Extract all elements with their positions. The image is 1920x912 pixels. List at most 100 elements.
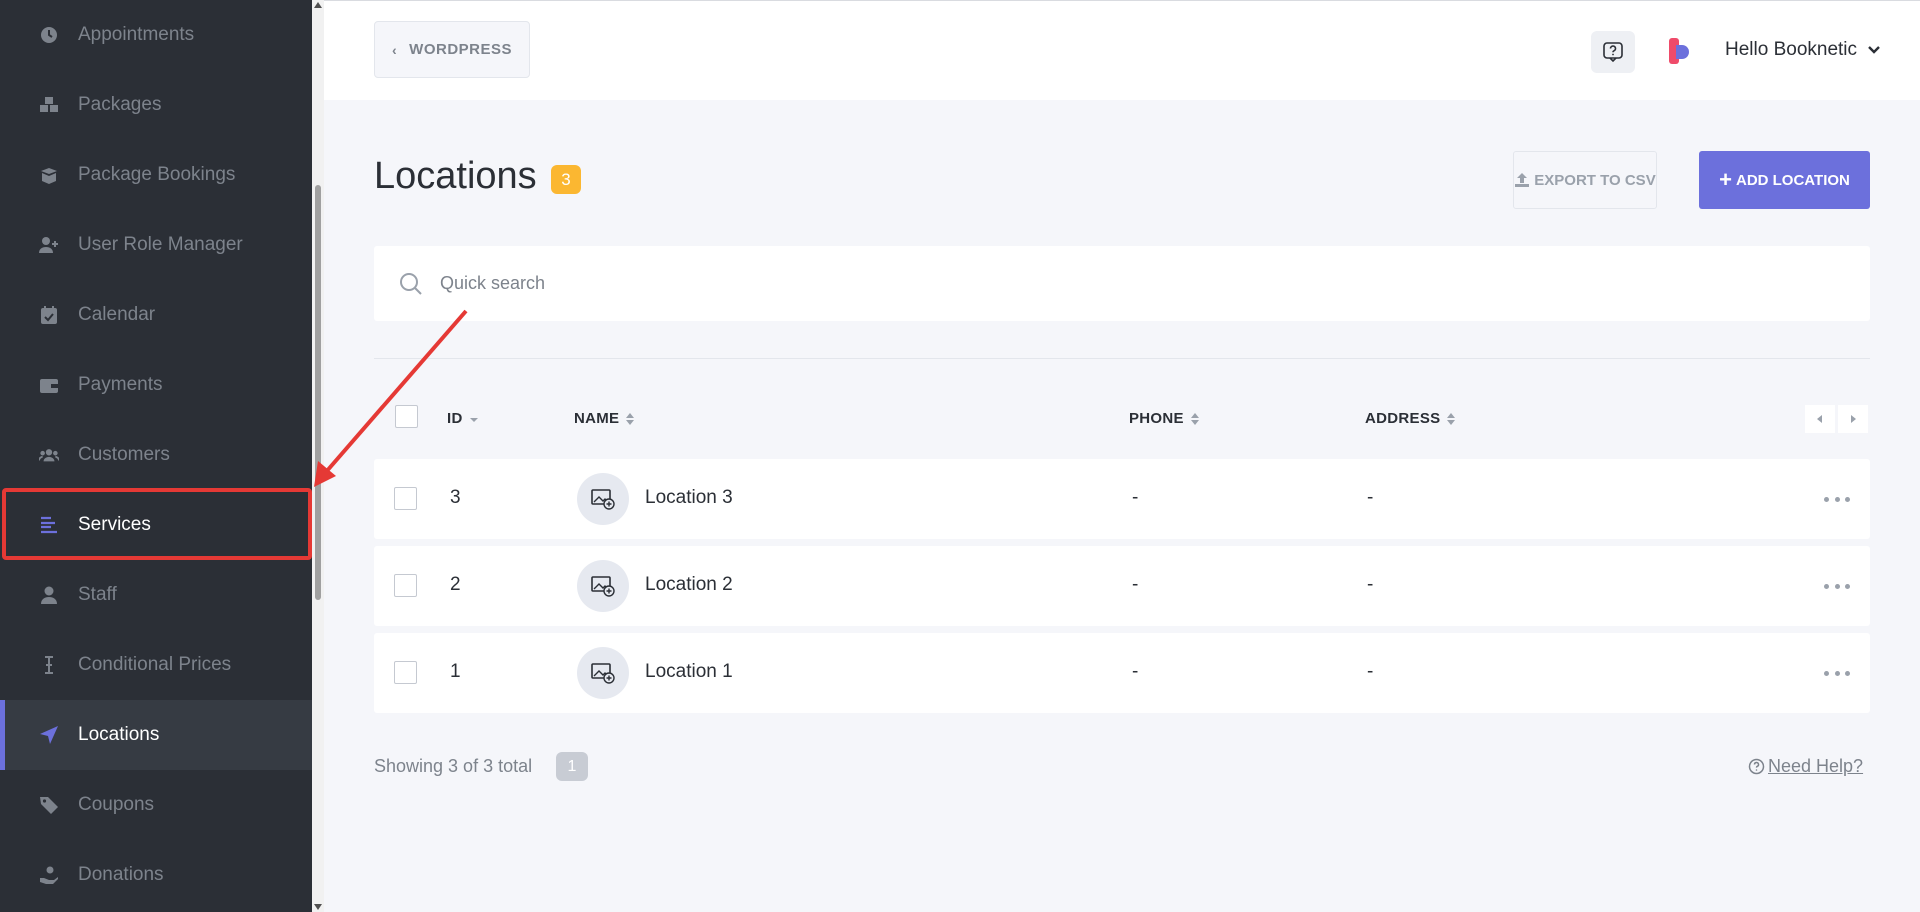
caret-right-icon (1851, 415, 1856, 423)
column-header-name[interactable]: NAME (574, 410, 635, 427)
sidebar-item-services[interactable]: Services (0, 490, 312, 560)
sidebar-item-package-bookings[interactable]: Package Bookings (0, 140, 312, 210)
row-address: - (1367, 487, 1374, 508)
question-circle-icon (1748, 758, 1765, 775)
table-row[interactable]: 3 Location 3 - - (374, 459, 1870, 539)
row-checkbox[interactable] (394, 661, 417, 684)
sidebar-scrollbar[interactable] (312, 0, 324, 912)
prev-page-button[interactable] (1805, 405, 1835, 433)
sidebar-item-label: Calendar (78, 304, 156, 325)
row-phone: - (1132, 574, 1139, 595)
column-header-id[interactable]: ID (447, 410, 479, 427)
next-page-button[interactable] (1838, 405, 1868, 433)
sidebar-item-calendar[interactable]: Calendar (0, 280, 312, 350)
row-id: 1 (450, 661, 461, 682)
top-header: ‹ WORDPRESS Hello Booknetic (324, 0, 1920, 100)
page-number-button[interactable]: 1 (556, 752, 588, 781)
row-checkbox[interactable] (394, 487, 417, 510)
row-address: - (1367, 661, 1374, 682)
hand-holding-icon (38, 864, 60, 886)
question-chat-icon (1603, 42, 1623, 63)
table-row[interactable]: 1 Location 1 - - (374, 633, 1870, 713)
export-csv-button[interactable]: EXPORT TO CSV (1513, 151, 1657, 209)
sidebar-item-staff[interactable]: Staff (0, 560, 312, 630)
count-badge: 3 (551, 165, 581, 194)
row-name: Location 2 (645, 574, 733, 595)
clock-icon (38, 24, 60, 46)
column-header-address[interactable]: ADDRESS (1365, 410, 1456, 427)
sort-desc-icon (469, 417, 478, 422)
caret-left-icon (1817, 415, 1822, 423)
sort-icon (1447, 412, 1456, 425)
list-lines-icon (38, 514, 60, 536)
image-add-icon (591, 489, 615, 510)
sidebar-item-label: Customers (78, 444, 170, 465)
location-image-placeholder (577, 473, 629, 525)
select-all-checkbox[interactable] (395, 405, 418, 428)
add-location-button[interactable]: + ADD LOCATION (1699, 151, 1870, 209)
column-header-phone[interactable]: PHONE (1129, 410, 1200, 427)
column-label: PHONE (1129, 410, 1184, 427)
row-id: 3 (450, 487, 461, 508)
sidebar-item-label: Payments (78, 374, 163, 395)
scroll-up-arrow-icon[interactable] (314, 2, 322, 8)
wallet-icon (38, 374, 60, 396)
upload-icon (1515, 173, 1530, 187)
box-open-icon (38, 164, 60, 186)
more-options-icon[interactable] (1824, 576, 1850, 596)
scroll-thumb[interactable] (315, 185, 321, 600)
page-title: Locations (374, 155, 537, 197)
row-phone: - (1132, 487, 1139, 508)
showing-count: Showing 3 of 3 total (374, 756, 533, 776)
need-help-link[interactable]: Need Help? (1748, 756, 1863, 777)
sidebar-item-label: Locations (78, 724, 160, 745)
sidebar-item-customers[interactable]: Customers (0, 420, 312, 490)
table-row[interactable]: 2 Location 2 - - (374, 546, 1870, 626)
row-address: - (1367, 574, 1374, 595)
sidebar-item-label: Coupons (78, 794, 155, 815)
sort-icon (626, 412, 635, 425)
row-phone: - (1132, 661, 1139, 682)
calendar-check-icon (38, 304, 60, 326)
sidebar-item-appointments[interactable]: Appointments (0, 0, 312, 70)
sidebar-item-conditional-prices[interactable]: Conditional Prices (0, 630, 312, 700)
user-plus-icon (38, 234, 60, 256)
sidebar-item-coupons[interactable]: Coupons (0, 770, 312, 840)
tag-icon (38, 794, 60, 816)
user-greeting: Hello Booknetic (1725, 39, 1858, 60)
sidebar: Appointments Packages Package Bookings U… (0, 0, 312, 912)
sidebar-item-donations[interactable]: Donations (0, 840, 312, 910)
chevron-down-icon (1868, 46, 1880, 54)
sidebar-item-label: Services (78, 514, 151, 535)
active-indicator (0, 700, 5, 770)
export-label: EXPORT TO CSV (1534, 171, 1656, 189)
sidebar-item-label: User Role Manager (78, 234, 243, 255)
add-label: ADD LOCATION (1735, 171, 1850, 189)
sidebar-item-user-role-manager[interactable]: User Role Manager (0, 210, 312, 280)
sidebar-item-payments[interactable]: Payments (0, 350, 312, 420)
search-input[interactable] (440, 273, 1740, 294)
sidebar-item-label: Staff (78, 584, 117, 605)
need-help-label: Need Help? (1768, 756, 1864, 776)
plus-icon: + (1719, 167, 1732, 192)
sidebar-item-label: Packages (78, 94, 162, 115)
wordpress-back-button[interactable]: ‹ WORDPRESS (374, 21, 530, 78)
location-image-placeholder (577, 560, 629, 612)
column-label: ADDRESS (1365, 410, 1441, 427)
row-checkbox[interactable] (394, 574, 417, 597)
scroll-down-arrow-icon[interactable] (314, 904, 322, 910)
row-name: Location 3 (645, 487, 733, 508)
image-add-icon (591, 576, 615, 597)
sidebar-item-packages[interactable]: Packages (0, 70, 312, 140)
divider (374, 358, 1870, 359)
image-add-icon (591, 663, 615, 684)
more-options-icon[interactable] (1824, 489, 1850, 509)
sidebar-item-label: Donations (78, 864, 164, 885)
sidebar-item-locations[interactable]: Locations (0, 700, 312, 770)
more-options-icon[interactable] (1824, 663, 1850, 683)
location-image-placeholder (577, 647, 629, 699)
user-menu[interactable]: Hello Booknetic (1725, 39, 1881, 61)
help-chat-button[interactable] (1591, 31, 1635, 73)
search-bar (374, 246, 1870, 321)
boxes-icon (38, 94, 60, 116)
